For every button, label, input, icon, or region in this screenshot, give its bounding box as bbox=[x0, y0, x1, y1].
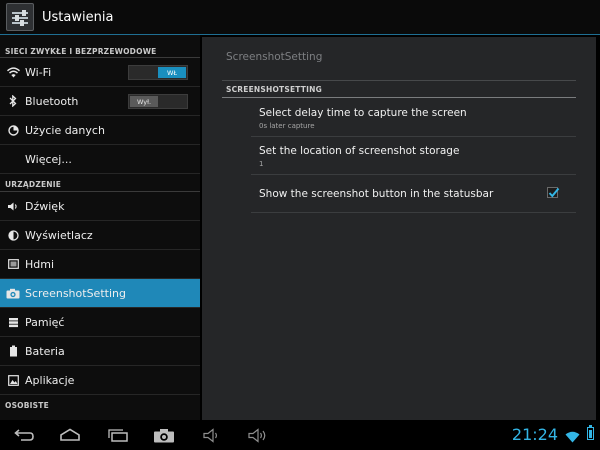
home-icon bbox=[60, 428, 80, 441]
sidebar-item-label: Więcej... bbox=[25, 152, 72, 166]
screenshot-button[interactable] bbox=[152, 426, 176, 444]
section-header-networks: SIECI ZWYKŁE I BEZPRZEWODOWE bbox=[0, 35, 200, 58]
pref-divider bbox=[251, 136, 576, 137]
checkmark-icon bbox=[548, 187, 560, 198]
bluetooth-toggle-label: Wył. bbox=[130, 96, 158, 107]
section-header-personal: OSOBISTE bbox=[5, 401, 49, 410]
sidebar-item-label: ScreenshotSetting bbox=[25, 286, 126, 300]
action-bar: Ustawienia bbox=[0, 0, 600, 34]
settings-app-icon[interactable] bbox=[6, 3, 34, 31]
status-clock[interactable]: 21:24 bbox=[512, 425, 558, 444]
sidebar-item-more[interactable]: Więcej... bbox=[0, 145, 200, 174]
battery-icon bbox=[6, 344, 20, 358]
sidebar-item-label: Hdmi bbox=[25, 257, 55, 271]
sidebar-item-data-usage[interactable]: Użycie danych bbox=[0, 116, 200, 145]
sidebar-item-label: Wi-Fi bbox=[25, 65, 52, 79]
pref-divider bbox=[251, 212, 576, 213]
sidebar-item-hdmi[interactable]: Hdmi bbox=[0, 250, 200, 279]
home-button[interactable] bbox=[58, 426, 82, 444]
wifi-toggle[interactable]: WŁ bbox=[128, 65, 188, 80]
sidebar-item-label: Dźwięk bbox=[25, 199, 65, 213]
sidebar-item-screenshot-setting[interactable]: ScreenshotSetting bbox=[0, 279, 200, 308]
camera-icon bbox=[154, 428, 174, 442]
wifi-icon bbox=[6, 65, 20, 79]
pref-summary: 1 bbox=[259, 160, 264, 168]
sidebar-item-apps[interactable]: Aplikacje bbox=[0, 366, 200, 395]
apps-icon bbox=[6, 373, 20, 387]
recent-apps-icon bbox=[108, 429, 128, 442]
pref-title: Set the location of screenshot storage bbox=[259, 145, 460, 157]
statusbar-button-checkbox[interactable] bbox=[547, 187, 560, 198]
camera-icon bbox=[6, 286, 20, 300]
sidebar-item-label: Bateria bbox=[25, 344, 65, 358]
back-button[interactable] bbox=[12, 426, 36, 444]
pref-divider bbox=[251, 174, 576, 175]
section-header-device: URZĄDZENIE bbox=[0, 174, 200, 192]
pref-statusbar-button[interactable]: Show the screenshot button in the status… bbox=[259, 188, 576, 200]
sidebar-item-label: Wyświetlacz bbox=[25, 228, 93, 242]
pref-summary: 0s later capture bbox=[259, 122, 315, 130]
pref-title: Select delay time to capture the screen bbox=[259, 107, 467, 119]
settings-detail-panel: ScreenshotSetting SCREENSHOTSETTING Sele… bbox=[202, 37, 596, 420]
back-icon bbox=[14, 429, 34, 441]
app-title: Ustawienia bbox=[42, 9, 114, 25]
volume-up-icon bbox=[248, 427, 266, 443]
recent-apps-button[interactable] bbox=[106, 426, 130, 444]
sidebar-item-bluetooth[interactable]: Bluetooth Wył. bbox=[0, 87, 200, 116]
category-header: SCREENSHOTSETTING bbox=[226, 85, 322, 94]
status-battery-icon bbox=[587, 425, 594, 440]
volume-down-button[interactable] bbox=[200, 426, 224, 444]
sidebar-item-label: Użycie danych bbox=[25, 123, 105, 137]
pref-title: Show the screenshot button in the status… bbox=[259, 188, 494, 200]
title-divider bbox=[222, 80, 576, 81]
settings-sidebar: SIECI ZWYKŁE I BEZPRZEWODOWE Wi-Fi WŁ Bl… bbox=[0, 35, 200, 420]
sidebar-item-label: Bluetooth bbox=[25, 94, 79, 108]
sidebar-item-label: Pamięć bbox=[25, 315, 65, 329]
wifi-toggle-label: WŁ bbox=[158, 67, 186, 78]
category-divider bbox=[222, 97, 576, 98]
status-wifi-icon bbox=[565, 428, 580, 447]
data-usage-icon bbox=[6, 123, 20, 137]
hdmi-icon bbox=[6, 257, 20, 271]
system-nav-bar: 21:24 bbox=[0, 420, 600, 450]
pref-capture-delay[interactable]: Select delay time to capture the screen … bbox=[259, 107, 576, 130]
bluetooth-toggle[interactable]: Wył. bbox=[128, 94, 188, 109]
sidebar-item-sound[interactable]: Dźwięk bbox=[0, 192, 200, 221]
sidebar-item-display[interactable]: Wyświetlacz bbox=[0, 221, 200, 250]
page-title: ScreenshotSetting bbox=[226, 51, 323, 63]
sidebar-item-label: Aplikacje bbox=[25, 373, 75, 387]
sidebar-item-wifi[interactable]: Wi-Fi WŁ bbox=[0, 58, 200, 87]
sidebar-item-storage[interactable]: Pamięć bbox=[0, 308, 200, 337]
sidebar-item-battery[interactable]: Bateria bbox=[0, 337, 200, 366]
display-icon bbox=[6, 228, 20, 242]
pref-storage-location[interactable]: Set the location of screenshot storage 1 bbox=[259, 145, 576, 168]
volume-up-button[interactable] bbox=[246, 426, 270, 444]
bluetooth-icon bbox=[6, 94, 20, 108]
storage-icon bbox=[6, 315, 20, 329]
volume-icon bbox=[6, 199, 20, 213]
volume-down-icon bbox=[203, 427, 217, 443]
